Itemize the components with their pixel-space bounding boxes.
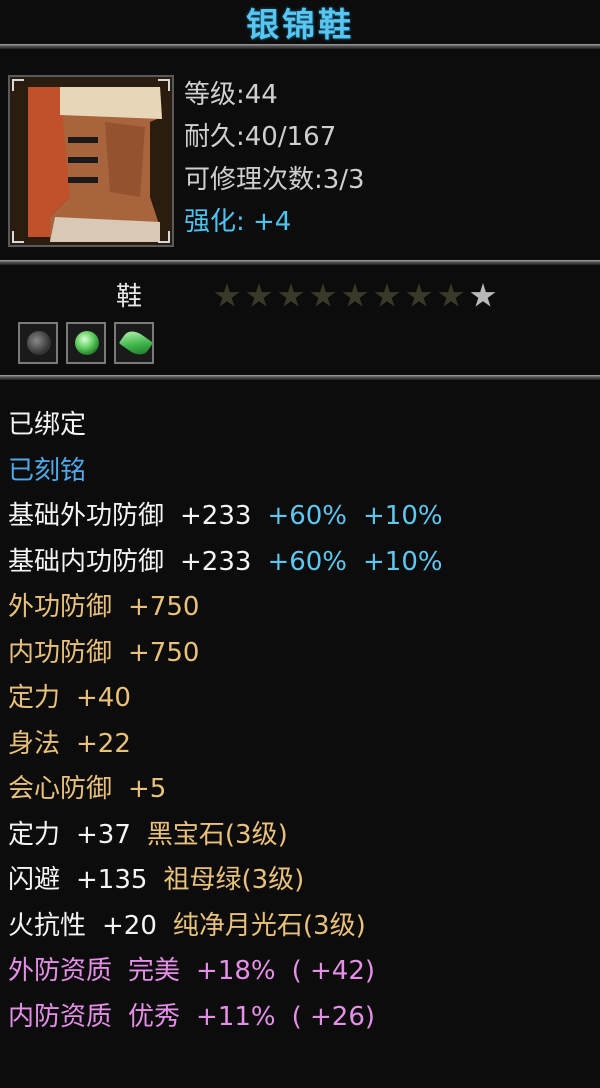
attribute-text: 外功防御: [8, 592, 113, 622]
attribute-text: 纯净月光石(3级): [172, 910, 366, 941]
star-icon-empty: [438, 283, 464, 307]
attribute-text: 内防资质: [8, 1001, 113, 1032]
attribute-text: 定力: [8, 683, 61, 713]
attribute-text: ( +42): [291, 956, 376, 986]
attribute-line: 定力 +37 黑宝石(3级): [8, 820, 288, 850]
attribute-text: 已刻铭: [8, 455, 87, 486]
attribute-text: 基础内功防御: [8, 546, 165, 577]
durability-stat: 耐久:40/167: [184, 122, 337, 152]
star-icon-empty: [406, 283, 432, 307]
attribute-line: 已绑定: [8, 410, 86, 440]
star-icon-empty: [214, 283, 240, 307]
attribute-text: 优秀: [128, 1001, 181, 1032]
attribute-line: 基础内功防御 +233 +60% +10%: [8, 547, 443, 577]
level-stat: 等级:44: [184, 80, 278, 110]
attribute-line: 外功防御 +750: [8, 592, 199, 622]
attribute-text: 内功防御: [8, 637, 113, 668]
divider: [0, 260, 600, 265]
star-icon-empty: [374, 283, 400, 307]
silver-brocade-boot-icon: [10, 77, 172, 245]
divider: [0, 44, 600, 49]
attribute-line: 基础外功防御 +233 +60% +10%: [8, 501, 443, 531]
attribute-text: +233: [180, 546, 252, 577]
attribute-text: +10%: [363, 546, 443, 577]
attribute-text: 定力: [8, 819, 61, 850]
attribute-text: +37: [76, 819, 131, 850]
attribute-text: +5: [128, 774, 167, 804]
attribute-line: 火抗性 +20 纯净月光石(3级): [8, 911, 366, 941]
attribute-line: 会心防御 +5: [8, 774, 166, 804]
frame-corner: [12, 231, 24, 243]
attribute-text: 闪避: [8, 865, 61, 895]
star-rating: [214, 283, 502, 309]
attribute-text: ( +26): [291, 1001, 376, 1032]
frame-corner: [158, 79, 170, 91]
attribute-text: 火抗性: [8, 910, 87, 941]
frame-corner: [12, 79, 24, 91]
star-icon-empty: [246, 283, 272, 307]
attribute-line: 已刻铭: [8, 456, 86, 486]
attribute-text: 身法: [8, 728, 61, 759]
green-jade-gem-icon: [75, 331, 99, 355]
divider: [0, 375, 600, 380]
attribute-text: +22: [76, 728, 131, 759]
attribute-text: 祖母绿(3级): [163, 865, 305, 895]
attribute-text: +60%: [267, 501, 348, 531]
attribute-text: +18%: [196, 956, 276, 986]
attribute-text: +750: [128, 637, 200, 668]
attribute-text: +750: [128, 592, 200, 622]
attribute-text: 完美: [128, 956, 181, 986]
attribute-line: 定力 +40: [8, 683, 131, 713]
attribute-text: 会心防御: [8, 774, 113, 804]
attribute-line: 外防资质 完美 +18% ( +42): [8, 956, 375, 986]
attribute-text: +233: [180, 501, 252, 531]
attribute-line: 闪避 +135 祖母绿(3级): [8, 865, 304, 895]
attribute-text: +135: [76, 865, 148, 895]
attribute-text: +40: [76, 683, 131, 713]
attribute-text: 已绑定: [8, 410, 87, 440]
attribute-line: 内功防御 +750: [8, 638, 199, 668]
attribute-text: 黑宝石(3级): [146, 819, 288, 850]
star-icon-empty: [342, 283, 368, 307]
attribute-text: +20: [102, 910, 157, 941]
gem-socket[interactable]: [66, 322, 106, 364]
attribute-text: +11%: [196, 1001, 276, 1032]
enhance-stat: 强化: +4: [184, 207, 292, 237]
attribute-line: 内防资质 优秀 +11% ( +26): [8, 1002, 375, 1032]
attribute-text: +60%: [267, 546, 348, 577]
green-leaf-gem-icon: [118, 326, 154, 360]
gem-socket[interactable]: [114, 322, 154, 364]
repair-count-stat: 可修理次数:3/3: [184, 165, 365, 195]
star-icon-empty: [278, 283, 304, 307]
attribute-line: 身法 +22: [8, 729, 131, 759]
attribute-text: +10%: [363, 501, 443, 531]
gray-stone-gem-icon: [27, 331, 51, 355]
item-title: 银锦鞋: [246, 5, 354, 44]
gem-sockets: [18, 322, 162, 364]
star-icon-empty: [310, 283, 336, 307]
attribute-text: 基础外功防御: [8, 501, 165, 531]
item-tooltip: 银锦鞋 等级:44 耐久:40/167 可修理次数:3/3 强化: +4 鞋 已…: [0, 0, 600, 1088]
attribute-text: 外防资质: [8, 956, 113, 986]
item-type: 鞋: [116, 282, 143, 312]
star-icon-filled: [470, 283, 496, 307]
frame-corner: [158, 231, 170, 243]
item-icon-frame[interactable]: [8, 75, 174, 247]
gem-socket[interactable]: [18, 322, 58, 364]
